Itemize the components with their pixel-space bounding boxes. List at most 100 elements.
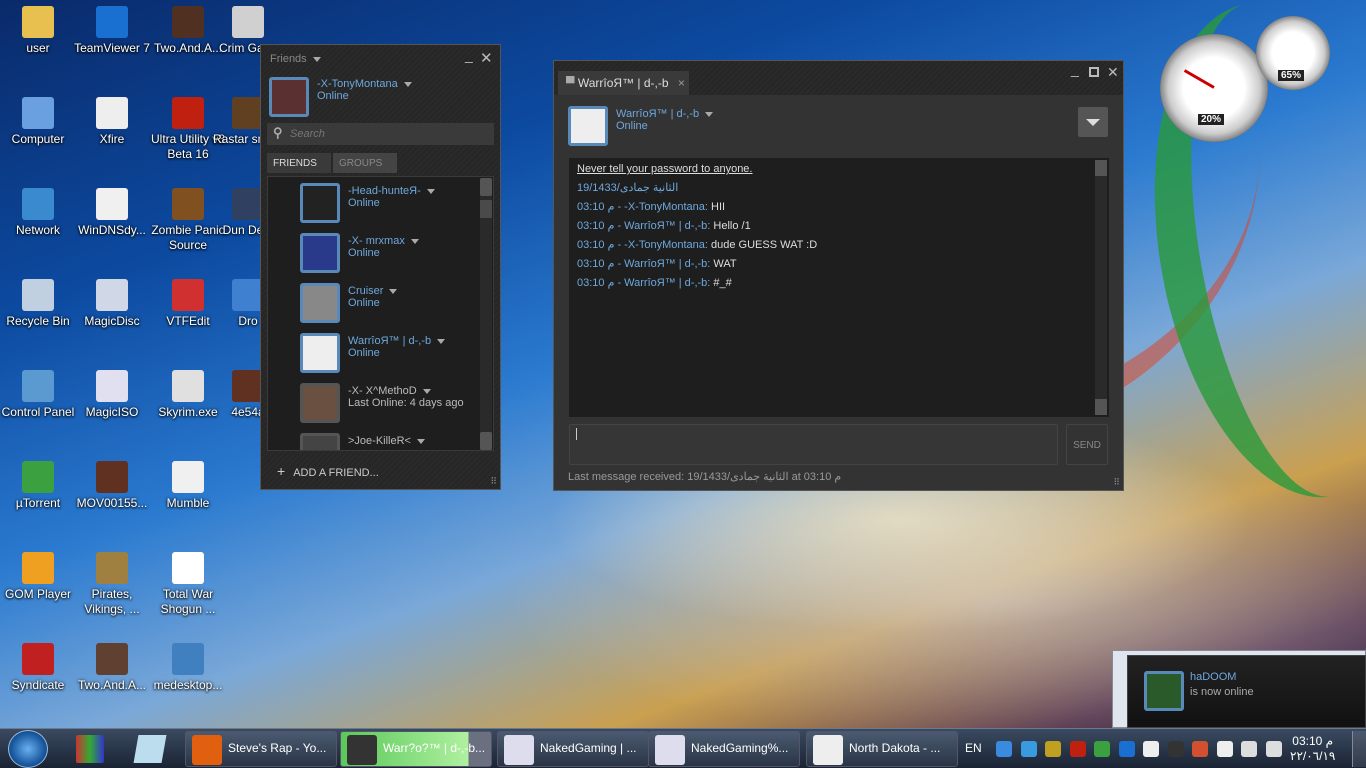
teamviewer-icon[interactable] bbox=[1118, 741, 1135, 757]
desktop-icon[interactable]: Recycle Bin bbox=[0, 279, 76, 329]
close-button[interactable]: ✕ bbox=[480, 49, 493, 67]
friend-name: Cruiser bbox=[348, 285, 384, 297]
friend-list-item[interactable]: -X- mrxmax Online bbox=[268, 227, 493, 277]
xfire-icon[interactable] bbox=[1143, 741, 1159, 757]
chat-message: 03:10 م - WarrîoЯ™ | d-,-b: WAT bbox=[577, 255, 1101, 274]
desktop-icon[interactable]: Network bbox=[0, 188, 76, 238]
scroll-up-button[interactable] bbox=[1095, 160, 1107, 176]
chat-message: 03:10 م - WarrîoЯ™ | d-,-b: Hello /1 bbox=[577, 217, 1101, 236]
app-icon bbox=[22, 461, 54, 493]
message-input[interactable] bbox=[569, 424, 1058, 465]
friend-list-item[interactable]: -Head-hunteЯ- Online bbox=[268, 177, 493, 227]
taskbar-button[interactable]: Warr?o?™ | d-,-b... bbox=[340, 731, 492, 767]
friend-list-item[interactable]: Cruiser Online bbox=[268, 277, 493, 327]
desktop-icon-label: medesktop... bbox=[153, 678, 223, 692]
pinned-notepad-icon[interactable] bbox=[133, 735, 167, 763]
ram-meter-gadget[interactable]: 65% bbox=[1256, 16, 1330, 90]
taskbar-button[interactable]: NakedGaming%... bbox=[648, 731, 800, 767]
chat-options-button[interactable] bbox=[1078, 107, 1108, 137]
desktop-icon[interactable]: MagicISO bbox=[74, 370, 150, 420]
chevron-down-icon bbox=[403, 81, 412, 87]
chevron-down-icon[interactable] bbox=[389, 288, 398, 294]
desktop-icon[interactable]: Total War Shogun ... bbox=[150, 552, 226, 617]
chat-scrollbar[interactable] bbox=[1095, 160, 1107, 415]
chevron-down-icon[interactable] bbox=[437, 338, 446, 344]
send-button[interactable]: SEND bbox=[1066, 424, 1108, 465]
desktop-icon-label: GOM Player bbox=[4, 587, 71, 601]
friend-avatar[interactable] bbox=[568, 106, 608, 146]
add-friend-button[interactable]: + ADD A FRIEND... bbox=[277, 463, 379, 479]
zone-alarm-icon[interactable] bbox=[1045, 741, 1061, 757]
desktop-icon[interactable]: MagicDisc bbox=[74, 279, 150, 329]
desktop-icon[interactable]: MOV00155... bbox=[74, 461, 150, 511]
minimize-button[interactable]: _ bbox=[465, 47, 473, 63]
desktop-icon[interactable]: Syndicate bbox=[0, 643, 76, 693]
friends-title-menu[interactable]: Friends bbox=[270, 53, 321, 65]
volume-muted-icon[interactable] bbox=[1192, 741, 1208, 757]
online-notification[interactable]: haDOOM is now online bbox=[1127, 655, 1366, 728]
tab-friends[interactable]: FRIENDS bbox=[267, 153, 331, 173]
resize-grip-icon[interactable]: ⠿ bbox=[490, 476, 497, 487]
user-avatar[interactable] bbox=[269, 77, 309, 117]
desktop-icon[interactable]: Xfire bbox=[74, 97, 150, 147]
ultra-utility-icon[interactable] bbox=[1069, 741, 1086, 757]
scroll-up-button[interactable] bbox=[480, 178, 492, 196]
desktop-icon[interactable]: Control Panel bbox=[0, 370, 76, 420]
desktop-icon[interactable]: Pirates, Vikings, ... bbox=[74, 552, 150, 617]
desktop-icon[interactable]: TeamViewer 7 bbox=[74, 6, 150, 56]
chevron-down-icon[interactable] bbox=[416, 438, 425, 444]
minimize-button[interactable]: _ bbox=[1071, 61, 1079, 77]
start-button[interactable] bbox=[8, 730, 48, 768]
security-shield-icon[interactable] bbox=[1094, 741, 1110, 757]
friend-name-menu[interactable]: WarrîoЯ™ | d-,-b Online bbox=[616, 108, 714, 132]
taskbar-button[interactable]: Steve's Rap - Yo... bbox=[185, 731, 337, 767]
friend-list-item[interactable]: >Joe-KilleR< bbox=[268, 427, 493, 450]
chat-tab[interactable]: ▀ WarrîoЯ™ | d-,-b × bbox=[558, 71, 689, 95]
maximize-button[interactable] bbox=[1089, 67, 1099, 77]
desktop-icon-label: MagicISO bbox=[85, 405, 139, 419]
clock[interactable]: 03:10 م ٢٢/٠٦/١٩ bbox=[1290, 734, 1335, 764]
volume-icon[interactable] bbox=[1265, 741, 1282, 757]
friends-scrollbar[interactable] bbox=[480, 178, 492, 450]
desktop-icon[interactable]: medesktop... bbox=[150, 643, 226, 693]
resize-grip-icon[interactable]: ⠿ bbox=[1113, 477, 1120, 488]
user-name-menu[interactable]: -X-TonyMontana Online bbox=[317, 78, 412, 102]
desktop-icon[interactable]: Mumble bbox=[150, 461, 226, 511]
search-input[interactable]: ⚲ Search bbox=[267, 123, 494, 145]
scroll-down-button[interactable] bbox=[480, 432, 492, 450]
desktop-icon[interactable]: user bbox=[0, 6, 76, 56]
cpu-meter-gadget[interactable]: 20% bbox=[1160, 34, 1268, 142]
chevron-down-icon[interactable] bbox=[426, 188, 435, 194]
pinned-books-icon[interactable] bbox=[76, 735, 104, 763]
app-icon bbox=[22, 370, 54, 402]
friend-list-item[interactable]: -X- X^MethoD Last Online: 4 days ago bbox=[268, 377, 493, 427]
chevron-down-icon[interactable] bbox=[422, 388, 431, 394]
tab-groups[interactable]: GROUPS bbox=[333, 153, 397, 173]
taskbar-button[interactable]: North Dakota - ... bbox=[806, 731, 958, 767]
message-text: #_# bbox=[710, 277, 732, 289]
scroll-down-button[interactable] bbox=[1095, 399, 1107, 415]
friend-list-item[interactable]: WarrîoЯ™ | d-,-b Online bbox=[268, 327, 493, 377]
desktop-icon[interactable]: Two.And.A... bbox=[74, 643, 150, 693]
action-center-flag-icon[interactable] bbox=[1216, 741, 1233, 757]
desktop-icon[interactable]: WinDNSdy... bbox=[74, 188, 150, 238]
plus-icon: + bbox=[277, 463, 286, 479]
show-desktop-button[interactable] bbox=[1352, 731, 1366, 767]
close-tab-icon[interactable]: × bbox=[678, 76, 685, 90]
language-indicator[interactable]: EN bbox=[965, 741, 982, 755]
network-icon[interactable] bbox=[1241, 741, 1257, 757]
desktop-icon[interactable]: µTorrent bbox=[0, 461, 76, 511]
steam-icon[interactable] bbox=[1167, 741, 1184, 757]
app-icon bbox=[813, 735, 843, 765]
taskbar-button[interactable]: NakedGaming | ... bbox=[497, 731, 649, 767]
app-icon bbox=[172, 643, 204, 675]
scroll-thumb[interactable] bbox=[480, 200, 492, 218]
desktop-icon[interactable]: GOM Player bbox=[0, 552, 76, 602]
desktop-icon[interactable]: Computer bbox=[0, 97, 76, 147]
app-icon bbox=[347, 735, 377, 765]
friend-name: -X- mrxmax bbox=[348, 235, 405, 247]
network-share-icon[interactable] bbox=[996, 741, 1012, 757]
close-button[interactable]: ✕ bbox=[1107, 64, 1119, 81]
dropbox-icon[interactable] bbox=[1020, 741, 1037, 757]
chevron-down-icon[interactable] bbox=[410, 238, 419, 244]
